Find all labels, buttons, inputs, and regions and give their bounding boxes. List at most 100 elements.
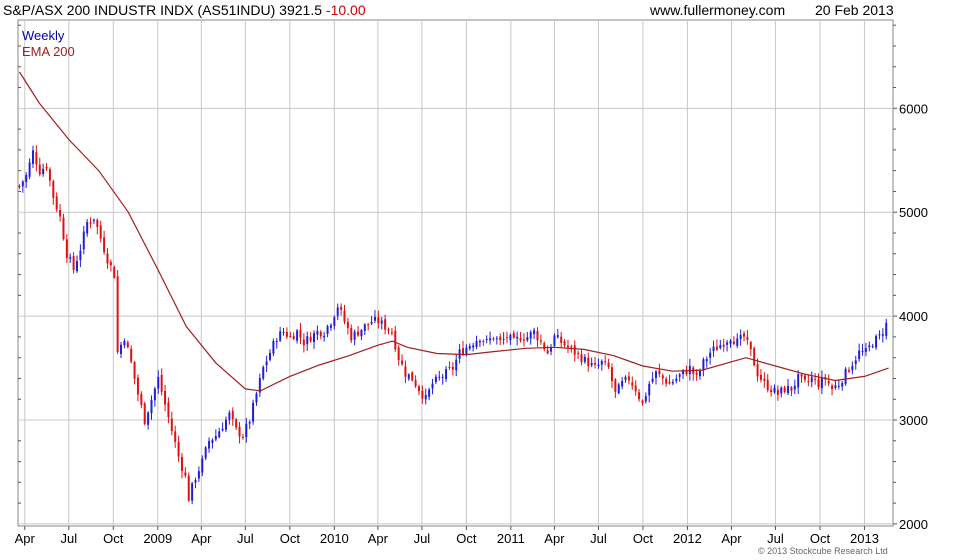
candle-body — [455, 359, 458, 371]
x-tick-label: 2013 — [850, 531, 879, 546]
candle-body — [414, 380, 417, 387]
candle-body — [844, 368, 847, 384]
legend-ema-200: EMA 200 — [22, 44, 75, 59]
candle-body — [661, 375, 664, 379]
candle-body — [489, 338, 492, 341]
candle-body — [360, 330, 363, 337]
candle-body — [654, 371, 657, 378]
candle-body — [72, 255, 75, 270]
candle-body — [86, 222, 89, 234]
candle-body — [197, 471, 200, 479]
candle-body — [665, 378, 668, 384]
x-tick-label: 2010 — [320, 531, 349, 546]
candle-body — [461, 348, 464, 355]
candle-body — [201, 458, 204, 473]
candle-body — [783, 387, 786, 393]
candle-body — [407, 374, 410, 379]
candle-body — [62, 217, 65, 239]
candle-body — [387, 329, 390, 331]
candle-body — [522, 339, 525, 341]
candle-body — [638, 392, 641, 400]
x-tick-label: Jul — [767, 531, 784, 546]
candle-body — [208, 440, 211, 449]
y-tick-label: 6000 — [899, 101, 928, 116]
candle-body — [563, 341, 566, 346]
candle-body — [18, 185, 21, 187]
candle-body — [76, 261, 79, 272]
x-tick-label: Apr — [368, 531, 389, 546]
candle-body — [492, 338, 495, 340]
candle-body — [485, 338, 488, 340]
candle-body — [864, 348, 867, 352]
x-tick-label: Oct — [280, 531, 301, 546]
candle-body — [136, 377, 139, 395]
candle-body — [509, 335, 512, 340]
candle-body — [702, 359, 705, 371]
candle-body — [380, 320, 383, 324]
candle-body — [21, 181, 24, 187]
x-tick-label: Jul — [414, 531, 431, 546]
candle-body — [536, 330, 539, 341]
candle-body — [553, 335, 556, 346]
candle-body — [289, 336, 292, 338]
candle-body — [160, 375, 163, 392]
candle-body — [296, 330, 299, 341]
y-tick-label: 4000 — [899, 309, 928, 324]
x-tick-label: Jul — [237, 531, 254, 546]
candle-body — [722, 344, 725, 347]
candle-body — [800, 374, 803, 377]
candle-body — [272, 341, 275, 354]
candle-body — [59, 209, 62, 217]
candle-body — [309, 337, 312, 342]
candle-body — [265, 361, 268, 366]
candle-body — [614, 379, 617, 392]
candle-body — [478, 340, 481, 343]
candle-body — [424, 395, 427, 400]
candle-body — [177, 442, 180, 457]
candle-body — [787, 385, 790, 394]
candle-body — [594, 362, 597, 365]
candle-body — [31, 150, 34, 164]
candle-body — [797, 374, 800, 388]
candle-body — [831, 385, 834, 390]
candle-body — [377, 317, 380, 324]
candle-body — [726, 342, 729, 345]
candle-body — [529, 332, 532, 339]
candle-body — [130, 348, 133, 362]
candle-body — [65, 239, 68, 259]
candle-body — [580, 354, 583, 363]
x-tick-label: 2011 — [497, 531, 525, 546]
candle-body — [106, 253, 109, 264]
candle-body — [878, 334, 881, 336]
candle-body — [79, 250, 82, 261]
candle-body — [495, 338, 498, 340]
candle-body — [624, 376, 627, 380]
candle-body — [803, 375, 806, 380]
candle-body — [749, 342, 752, 350]
candle-body — [255, 393, 258, 403]
candle-body — [790, 387, 793, 391]
candle-body — [333, 317, 336, 326]
candle-body — [543, 343, 546, 350]
candle-body — [231, 410, 234, 420]
candle-body — [329, 325, 332, 328]
candle-body — [45, 166, 48, 169]
candle-body — [373, 316, 376, 321]
candle-body — [28, 162, 31, 177]
candle-body — [817, 379, 820, 388]
x-tick-label: Apr — [721, 531, 742, 546]
candle-body — [634, 385, 637, 392]
candle-body — [170, 418, 173, 431]
candle-body — [770, 389, 773, 393]
candle-body — [248, 422, 251, 424]
candle-body — [109, 261, 112, 266]
candle-body — [705, 359, 708, 362]
candle-body — [597, 364, 600, 367]
candle-body — [627, 376, 630, 381]
candle-body — [116, 276, 119, 353]
candle-body — [150, 399, 153, 414]
candle-body — [583, 356, 586, 362]
candle-body — [482, 340, 485, 342]
candle-body — [766, 379, 769, 391]
candle-body — [885, 322, 888, 337]
